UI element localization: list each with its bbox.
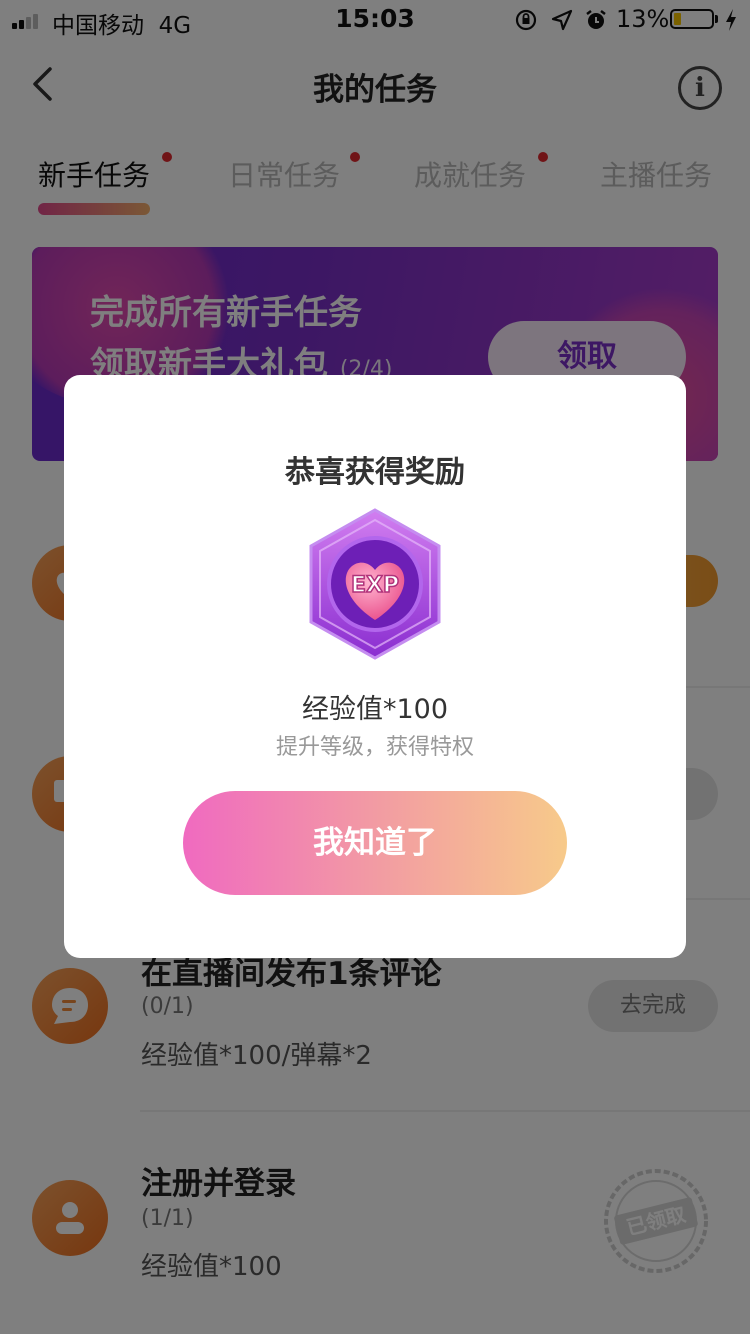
reward-name: 经验值*100 bbox=[301, 694, 449, 725]
reward-dialog: 恭喜获得奖励 EXP 经验值*100 提升等级，获得特权 我知道了 bbox=[64, 375, 686, 958]
dialog-title: 恭喜获得奖励 bbox=[285, 455, 465, 490]
reward-description: 提升等级，获得特权 bbox=[275, 735, 474, 760]
exp-badge-icon: EXP bbox=[309, 508, 441, 660]
exp-badge-text: EXP bbox=[351, 573, 399, 598]
got-it-button[interactable]: 我知道了 bbox=[183, 791, 567, 895]
